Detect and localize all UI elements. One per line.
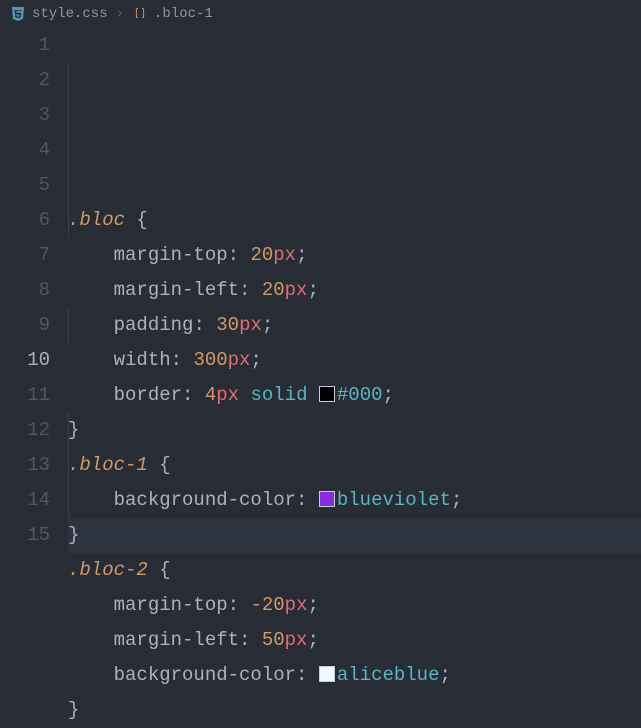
line-number: 15 (0, 518, 50, 553)
line-number: 10 (0, 343, 50, 378)
code-line[interactable]: padding: 30px; (68, 308, 641, 343)
line-number: 13 (0, 448, 50, 483)
line-number: 7 (0, 238, 50, 273)
line-number: 14 (0, 483, 50, 518)
indent-guide (68, 63, 69, 238)
breadcrumb-filename[interactable]: style.css (32, 6, 108, 22)
line-number: 8 (0, 273, 50, 308)
code-line[interactable]: margin-left: 20px; (68, 273, 641, 308)
code-line[interactable]: background-color: aliceblue; (68, 658, 641, 693)
css-rule-icon (132, 6, 148, 22)
line-number: 1 (0, 28, 50, 63)
breadcrumb[interactable]: style.css › .bloc-1 (0, 0, 641, 28)
indent-guide (68, 413, 69, 518)
code-line[interactable]: border: 4px solid #000; (68, 378, 641, 413)
code-line[interactable]: } (68, 693, 641, 728)
css-file-icon (10, 6, 26, 22)
color-swatch-icon[interactable] (319, 666, 335, 682)
color-swatch-icon[interactable] (319, 386, 335, 402)
breadcrumb-symbol[interactable]: .bloc-1 (154, 6, 213, 22)
line-number: 2 (0, 63, 50, 98)
line-number: 6 (0, 203, 50, 238)
line-number-gutter: 123456789101112131415 (0, 28, 68, 560)
code-line[interactable]: .bloc-2 { (68, 553, 641, 588)
line-number: 11 (0, 378, 50, 413)
code-line[interactable]: .bloc { (68, 203, 641, 238)
code-line[interactable]: width: 300px; (68, 343, 641, 378)
line-number: 5 (0, 168, 50, 203)
code-line[interactable]: margin-top: -20px; (68, 588, 641, 623)
code-line[interactable]: } (68, 413, 641, 448)
code-editor[interactable]: 123456789101112131415 .bloc { margin-top… (0, 28, 641, 560)
line-number: 4 (0, 133, 50, 168)
code-line[interactable]: } (68, 518, 641, 553)
code-line[interactable]: .bloc-1 { (68, 448, 641, 483)
indent-guide (68, 308, 69, 343)
color-swatch-icon[interactable] (319, 491, 335, 507)
line-number: 12 (0, 413, 50, 448)
line-number: 9 (0, 308, 50, 343)
line-number: 3 (0, 98, 50, 133)
code-line[interactable]: margin-left: 50px; (68, 623, 641, 658)
code-line[interactable]: background-color: blueviolet; (68, 483, 641, 518)
code-line[interactable]: margin-top: 20px; (68, 238, 641, 273)
breadcrumb-separator: › (116, 6, 124, 22)
code-area[interactable]: .bloc { margin-top: 20px; margin-left: 2… (68, 28, 641, 560)
